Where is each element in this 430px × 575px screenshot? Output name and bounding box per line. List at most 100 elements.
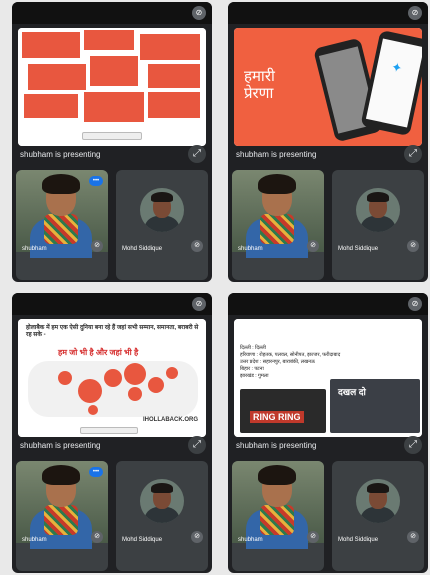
- slide-toolbar: [82, 132, 142, 140]
- participant-tile-camera[interactable]: ••• shubham ⊘: [16, 170, 108, 280]
- participant-tile-camera[interactable]: shubham ⊘: [232, 461, 324, 571]
- participant-name: Mohd Siddique: [338, 537, 379, 543]
- slide-list-item: बिहार : पटना: [240, 366, 264, 372]
- mic-off-icon: ⊘: [191, 531, 203, 543]
- avatar: [140, 188, 184, 232]
- slide-title: हमारी प्रेरणा: [244, 68, 275, 102]
- presenter-label: shubham is presenting: [20, 441, 101, 450]
- slide-title-line: प्रेरणा: [244, 84, 274, 102]
- mic-off-icon: ⊘: [91, 240, 103, 252]
- slide-title-line: हमारी: [244, 67, 275, 85]
- screen-share-view[interactable]: होलाबैक में हम एक ऐसी दुनिया बना रहे हैं…: [18, 319, 206, 437]
- notes-board-slide: [18, 28, 206, 146]
- slide-list-item: हरियाणा : रोहतक, पलवल, सोनीपत, झज्जर, फर…: [240, 352, 341, 358]
- slide-toolbar: [80, 427, 138, 434]
- mic-off-icon: ⊘: [407, 240, 419, 252]
- person-hair: [42, 465, 80, 485]
- participant-name: shubham: [238, 537, 263, 543]
- top-bar: ⊘: [12, 293, 212, 315]
- participant-name: shubham: [22, 246, 47, 252]
- slide-text: होलाबैक में हम एक ऐसी दुनिया बना रहे हैं…: [26, 325, 199, 338]
- speaking-indicator-icon: •••: [89, 176, 103, 186]
- meet-panel-3: ⊘ होलाबैक में हम एक ऐसी दुनिया बना रहे ह…: [12, 293, 212, 573]
- slide-list-item: उत्तर प्रदेश : सहारनपुर, बाराबंकी, लखनऊ: [240, 359, 315, 365]
- poster-title: दखल दो: [338, 387, 366, 397]
- meet-panel-2: ⊘ हमारी प्रेरणा ✦ shubham is presenting …: [228, 2, 428, 282]
- slide-url: IHOLLABACK.ORG: [143, 417, 198, 423]
- meet-panel-4: ⊘ दिल्ली : दिल्ली हरियाणा : रोहतक, पलवल,…: [228, 293, 428, 573]
- map-dot: [58, 371, 72, 385]
- note-card: [24, 94, 78, 118]
- presenter-label: shubham is presenting: [236, 441, 317, 450]
- meeting-screenshot-grid: ⊘ shubham is presenting ⤢ ••• shubham ⊘ …: [0, 0, 430, 575]
- person-hair: [42, 174, 80, 194]
- avatar: [356, 188, 400, 232]
- avatar-body: [360, 507, 396, 523]
- campaign-slide: दिल्ली : दिल्ली हरियाणा : रोहतक, पलवल, स…: [234, 319, 422, 437]
- screen-share-view[interactable]: दिल्ली : दिल्ली हरियाणा : रोहतक, पलवल, स…: [234, 319, 422, 437]
- map-slide: होलाबैक में हम एक ऐसी दुनिया बना रहे हैं…: [18, 319, 206, 437]
- avatar-hair: [367, 483, 389, 493]
- note-card: [22, 32, 80, 58]
- participant-tile-avatar[interactable]: Mohd Siddique ⊘: [116, 170, 208, 280]
- participant-name: Mohd Siddique: [122, 537, 163, 543]
- mic-off-icon: ⊘: [307, 531, 319, 543]
- avatar-body: [360, 216, 396, 232]
- presenter-label: shubham is presenting: [236, 150, 317, 159]
- avatar: [356, 479, 400, 523]
- slide-list-item: दिल्ली : दिल्ली: [240, 345, 266, 351]
- participant-tile-camera[interactable]: ••• shubham ⊘: [16, 461, 108, 571]
- presenter-label: shubham is presenting: [20, 150, 101, 159]
- participant-tile-camera[interactable]: shubham ⊘: [232, 170, 324, 280]
- phone-image: ✦: [360, 29, 422, 137]
- map-dot: [78, 379, 102, 403]
- mic-off-icon: ⊘: [407, 531, 419, 543]
- note-card: [140, 34, 200, 60]
- mic-off-icon[interactable]: ⊘: [408, 297, 422, 311]
- fit-screen-icon[interactable]: ⤢: [404, 145, 422, 163]
- avatar-body: [144, 216, 180, 232]
- avatar-body: [144, 507, 180, 523]
- participant-name: Mohd Siddique: [338, 246, 379, 252]
- note-card: [148, 64, 200, 88]
- participant-name: shubham: [238, 246, 263, 252]
- participant-name: shubham: [22, 537, 47, 543]
- participant-name: Mohd Siddique: [122, 246, 163, 252]
- mic-off-icon[interactable]: ⊘: [192, 297, 206, 311]
- avatar: [140, 479, 184, 523]
- mic-off-icon[interactable]: ⊘: [192, 6, 206, 20]
- fit-screen-icon[interactable]: ⤢: [404, 436, 422, 454]
- map-dot: [104, 369, 122, 387]
- avatar-hair: [367, 192, 389, 202]
- scarf: [260, 505, 294, 535]
- mic-off-icon: ⊘: [91, 531, 103, 543]
- participant-tile-avatar[interactable]: Mohd Siddique ⊘: [332, 461, 424, 571]
- inspiration-slide: हमारी प्रेरणा ✦: [234, 28, 422, 146]
- map-dot: [88, 405, 98, 415]
- top-bar: ⊘: [228, 293, 428, 315]
- top-bar: ⊘: [12, 2, 212, 24]
- fit-screen-icon[interactable]: ⤢: [188, 436, 206, 454]
- participant-tile-avatar[interactable]: Mohd Siddique ⊘: [116, 461, 208, 571]
- avatar-hair: [151, 192, 173, 202]
- person-hair: [258, 465, 296, 485]
- note-card: [84, 30, 134, 50]
- fit-screen-icon[interactable]: ⤢: [188, 145, 206, 163]
- poster-title: RING RING: [250, 411, 304, 423]
- slide-list: दिल्ली : दिल्ली हरियाणा : रोहतक, पलवल, स…: [240, 345, 350, 380]
- twitter-bird-icon: ✦: [389, 59, 404, 76]
- note-card: [28, 64, 86, 90]
- mic-off-icon[interactable]: ⊘: [408, 6, 422, 20]
- mic-off-icon: ⊘: [191, 240, 203, 252]
- mic-off-icon: ⊘: [307, 240, 319, 252]
- participant-tile-avatar[interactable]: Mohd Siddique ⊘: [332, 170, 424, 280]
- phone-screen: ✦: [365, 38, 422, 128]
- avatar-hair: [151, 483, 173, 493]
- note-card: [84, 92, 144, 122]
- screen-share-view[interactable]: हमारी प्रेरणा ✦: [234, 28, 422, 146]
- note-card: [90, 56, 138, 86]
- scarf: [44, 505, 78, 535]
- map-dot: [124, 363, 146, 385]
- screen-share-view[interactable]: [18, 28, 206, 146]
- speaking-indicator-icon: •••: [89, 467, 103, 477]
